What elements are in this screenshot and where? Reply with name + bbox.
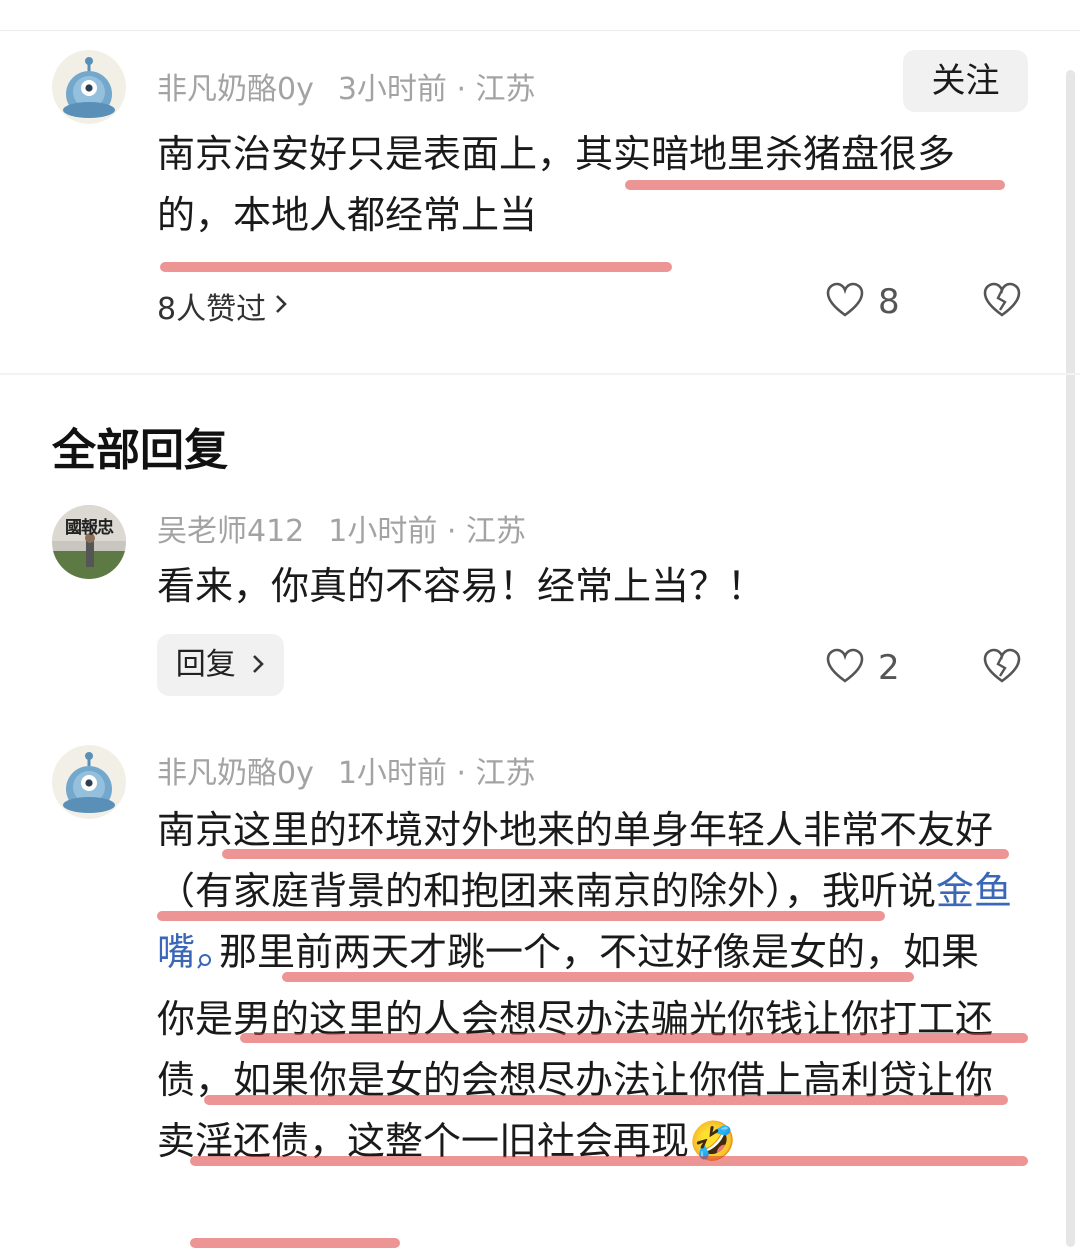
reply-text-part: 南京这里的环境对外地来的单身年轻人非常不友好（有家庭背景的和抱团来南京的除外），… bbox=[157, 808, 994, 913]
reply-username[interactable]: 非凡奶酪0y bbox=[157, 756, 314, 791]
reply-like-button[interactable]: 2 bbox=[826, 648, 900, 688]
reply-time: 1小时前 bbox=[337, 756, 447, 791]
scrollbar[interactable] bbox=[1066, 70, 1075, 1247]
comment-meta: 非凡奶酪0y 3小时前 · 江苏 bbox=[157, 64, 536, 108]
top-divider bbox=[0, 30, 1080, 31]
avatar[interactable]: 國報忠 bbox=[52, 505, 126, 579]
avatar-text: 國報忠 bbox=[65, 518, 114, 538]
comment-like-button[interactable]: 8 bbox=[826, 282, 900, 322]
reply-text-part: 那里前两天才跳一个，不过好像是女的，如果你是男的这里的人会想尽办法骗光你钱让你打… bbox=[157, 930, 994, 1163]
heart-icon bbox=[826, 648, 864, 688]
reply-text: 看来，你真的不容易！经常上当？！ bbox=[157, 564, 766, 608]
reply-time: 1小时前 bbox=[328, 514, 438, 549]
red-underline bbox=[282, 972, 914, 982]
reply-location: · 江苏 bbox=[456, 756, 536, 791]
avatar-alien-icon[interactable] bbox=[52, 745, 126, 819]
comment-location: · 江苏 bbox=[456, 72, 536, 107]
red-underline bbox=[625, 180, 1005, 190]
avatar-alien-icon[interactable] bbox=[52, 50, 126, 124]
reply-location: · 江苏 bbox=[446, 514, 526, 549]
comment-username[interactable]: 非凡奶酪0y bbox=[157, 72, 314, 107]
reply-like-count: 2 bbox=[878, 648, 900, 688]
liked-by-label: 8人赞过 bbox=[157, 292, 267, 327]
red-underline bbox=[190, 1156, 1028, 1166]
reply-meta: 吴老师412 1小时前 · 江苏 bbox=[157, 506, 526, 550]
reply-button[interactable]: 回复 bbox=[157, 634, 284, 696]
section-divider bbox=[0, 373, 1080, 375]
reply-meta: 非凡奶酪0y 1小时前 · 江苏 bbox=[157, 748, 536, 792]
heart-icon bbox=[826, 282, 864, 322]
comment-like-count: 8 bbox=[878, 282, 900, 322]
liked-by-link[interactable]: 8人赞过 bbox=[157, 284, 288, 328]
red-underline bbox=[240, 1033, 1028, 1043]
comment-time: 3小时前 bbox=[337, 72, 447, 107]
chevron-right-icon bbox=[274, 293, 288, 319]
red-underline bbox=[222, 849, 1009, 859]
red-underline bbox=[160, 262, 672, 272]
red-underline bbox=[157, 911, 885, 921]
red-underline bbox=[204, 1095, 1008, 1105]
replies-section-title: 全部回复 bbox=[52, 425, 228, 476]
follow-button[interactable]: 关注 bbox=[903, 50, 1028, 112]
search-icon[interactable] bbox=[197, 928, 215, 989]
broken-heart-icon[interactable] bbox=[983, 282, 1021, 322]
broken-heart-icon[interactable] bbox=[983, 648, 1021, 688]
reply-button-label: 回复 bbox=[175, 647, 236, 682]
reply-username[interactable]: 吴老师412 bbox=[157, 514, 304, 549]
chevron-right-icon bbox=[251, 635, 265, 697]
